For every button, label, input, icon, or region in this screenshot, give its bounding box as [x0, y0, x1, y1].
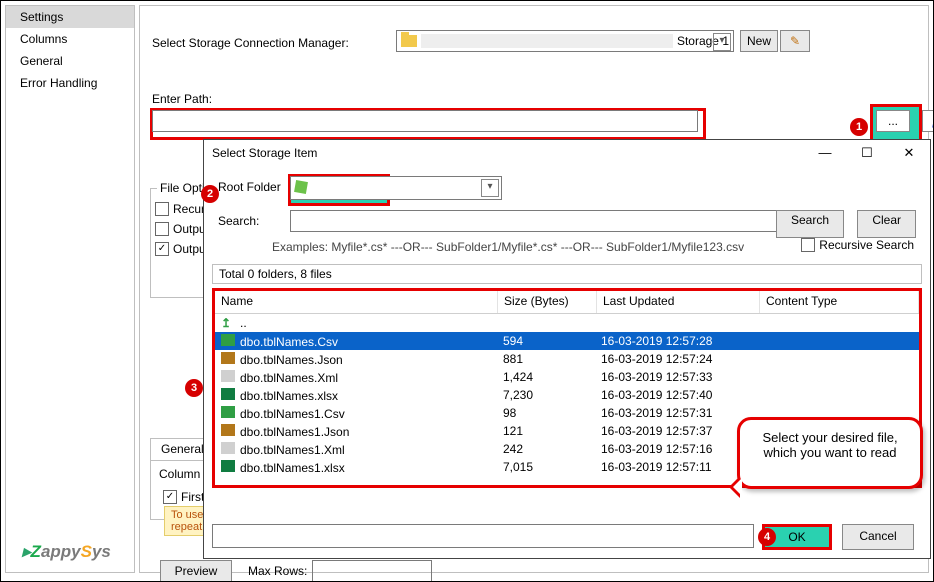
search-label: Search:: [218, 214, 259, 228]
app-window: Settings Columns General Error Handling …: [0, 0, 934, 582]
col-size[interactable]: Size (Bytes): [498, 291, 597, 313]
col-last[interactable]: Last Updated: [597, 291, 760, 313]
edit-connection-button[interactable]: ✎: [780, 30, 810, 52]
file-icon: [221, 406, 235, 418]
container-icon: [294, 180, 308, 194]
file-row[interactable]: dbo.tblNames.Xml1,42416-03-2019 12:57:33: [215, 368, 919, 386]
chevron-down-icon: ▾: [481, 179, 499, 197]
callout-badge-4: 4: [758, 528, 776, 546]
file-icon: [221, 460, 235, 472]
col-name[interactable]: Name: [215, 291, 498, 313]
close-button[interactable]: ✕: [888, 140, 930, 168]
minimize-button[interactable]: —: [804, 140, 846, 168]
tooltip-callout: Select your desired file, which you want…: [737, 417, 923, 489]
parent-folder-row[interactable]: ..: [215, 314, 919, 332]
file-icon: [221, 334, 235, 346]
file-count: Total 0 folders, 8 files: [212, 264, 922, 284]
file-icon: [221, 370, 235, 382]
file-list: Name Size (Bytes) Last Updated Content T…: [212, 288, 922, 488]
new-connection-button[interactable]: New: [740, 30, 778, 52]
file-icon: [221, 424, 235, 436]
file-icon: [221, 388, 235, 400]
sidebar-item-general[interactable]: General: [6, 50, 134, 72]
file-icon: [221, 352, 235, 364]
root-folder-label: Root Folder: [218, 180, 281, 194]
cancel-button[interactable]: Cancel: [842, 524, 914, 550]
select-storage-dialog: Select Storage Item — ☐ ✕ Root Folder ▾ …: [203, 139, 931, 559]
logo: ▸ZappySys: [22, 542, 111, 562]
path-input[interactable]: [152, 110, 698, 132]
max-rows-input[interactable]: [312, 560, 432, 582]
pencil-icon: ✎: [790, 34, 800, 48]
file-icon: [221, 442, 235, 454]
checkbox-icon: [801, 238, 815, 252]
callout-badge-2: 2: [201, 185, 219, 203]
examples-text: Examples: Myfile*.cs* ---OR--- SubFolder…: [272, 240, 744, 254]
root-folder-dropdown[interactable]: ▾: [290, 176, 502, 200]
max-rows-label: Max Rows:: [248, 564, 307, 578]
sidebar-item-columns[interactable]: Columns: [6, 28, 134, 50]
sidebar: Settings Columns General Error Handling …: [5, 5, 135, 573]
callout-badge-3: 3: [185, 379, 203, 397]
sidebar-item-settings[interactable]: Settings: [6, 6, 134, 28]
chevron-down-icon: ▾: [713, 33, 731, 51]
search-input[interactable]: [290, 210, 790, 232]
browse-button[interactable]: ...: [876, 110, 910, 132]
sidebar-item-error[interactable]: Error Handling: [6, 72, 134, 94]
file-list-header: Name Size (Bytes) Last Updated Content T…: [215, 291, 919, 314]
recursive-checkbox[interactable]: Recursive Search: [801, 238, 914, 252]
preview-button[interactable]: Preview: [160, 560, 232, 582]
col-type[interactable]: Content Type: [760, 291, 919, 313]
callout-badge-1: 1: [850, 118, 868, 136]
up-icon: [221, 316, 235, 328]
expression-button[interactable]: ƒx: [922, 110, 934, 132]
search-button[interactable]: Search: [776, 210, 844, 238]
connection-dropdown[interactable]: Storage 1 ▾: [396, 30, 734, 52]
file-row[interactable]: dbo.tblNames.xlsx7,23016-03-2019 12:57:4…: [215, 386, 919, 404]
file-row[interactable]: dbo.tblNames.Csv59416-03-2019 12:57:28: [215, 332, 919, 350]
enter-path-label: Enter Path:: [152, 92, 212, 106]
selected-path-input[interactable]: [212, 524, 754, 548]
folder-icon: [401, 35, 417, 47]
connection-label: Select Storage Connection Manager:: [152, 36, 349, 50]
clear-button[interactable]: Clear: [857, 210, 916, 238]
maximize-button[interactable]: ☐: [846, 140, 888, 168]
file-row[interactable]: dbo.tblNames.Json88116-03-2019 12:57:24: [215, 350, 919, 368]
